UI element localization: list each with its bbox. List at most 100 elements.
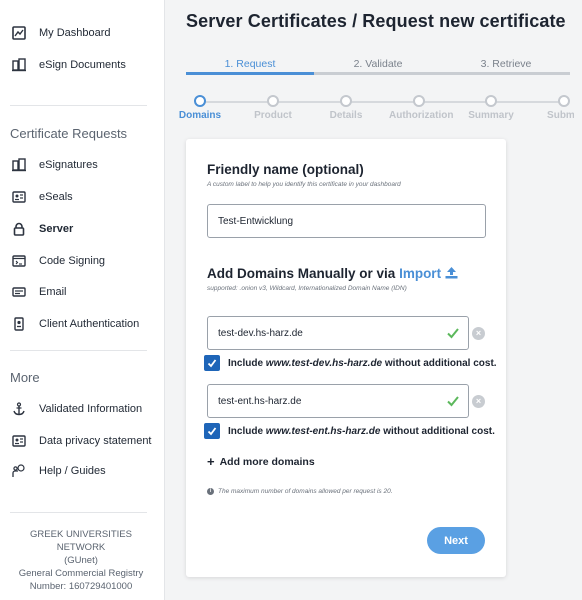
footer-line: (GUnet) [64,555,98,566]
friendly-name-hint: A custom label to help you identify this… [207,181,401,188]
remove-domain-button[interactable]: × [472,327,485,340]
tab-underline [442,72,570,75]
sidebar-item-code-signing[interactable]: Code Signing [12,250,105,272]
step-summary: Summary [461,94,521,121]
wizard-tabs: 1. Request 2. Validate 3. Retrieve [186,58,570,76]
sidebar-item-data-privacy-statement[interactable]: Data privacy statement [12,430,152,452]
domains-heading-text: Add Domains Manually or via [207,266,396,281]
dashboard-icon [12,26,26,40]
friendly-name-input[interactable]: Test-Entwicklung [207,204,486,238]
page-title: Server Certificates / Request new certif… [186,11,566,31]
step-dot [267,95,279,107]
sidebar-item-my-dashboard[interactable]: My Dashboard [12,22,111,44]
step-authorization: Authorization [389,94,454,121]
sidebar-footer: GREEK UNIVERSITIES NETWORK (GUnet) Gener… [6,528,156,593]
sidebar-section-title: More [10,370,40,385]
esign-icon [12,58,26,72]
step-label: Authorization [389,110,454,121]
sidebar-item-help-guides[interactable]: Help / Guides [12,460,106,482]
tab-underline [314,72,442,75]
sidebar-item-eseals[interactable]: eSeals [12,186,73,208]
step-product: Product [243,94,303,121]
sidebar-item-server[interactable]: Server [5,218,82,240]
step-label: Domains [178,110,222,121]
sidebar-item-label: Server [39,223,74,235]
tab-request[interactable]: 1. Request [186,58,314,70]
add-more-domains-button[interactable]: + Add more domains [207,454,315,469]
domain-value: test-dev.hs-harz.de [218,327,303,339]
sidebar-item-email[interactable]: Email [12,281,67,303]
sidebar-item-label: My Dashboard [39,27,111,39]
sidebar-item-client-authentication[interactable]: Client Authentication [12,313,139,335]
sidebar-divider [10,512,147,513]
tab-validate[interactable]: 2. Validate [314,58,442,70]
eseal-icon [12,190,26,204]
step-label: Product [254,110,292,121]
step-domains: Domains [170,94,230,121]
footer-line: Number: 160729401000 [29,581,133,592]
sidebar-item-esign-documents[interactable]: eSign Documents [12,54,126,76]
valid-check-icon [447,328,459,339]
step-dot [340,95,352,107]
sidebar: My Dashboard eSign Documents Certificate… [0,0,165,600]
domain-input[interactable]: test-ent.hs-harz.de [207,384,469,418]
code-icon [12,254,26,268]
next-button[interactable]: Next [427,527,485,554]
include-www-label: Include www.test-dev.hs-harz.de without … [228,357,497,369]
domains-hint: supported: .onion v3, Wildcard, Internat… [207,285,407,292]
sidebar-item-label: Data privacy statement [39,435,152,447]
step-dot [485,95,497,107]
max-domains-text: The maximum number of domains allowed pe… [218,488,393,495]
step-dot [413,95,425,107]
tab-underline-active [186,72,314,75]
sidebar-item-validated-information[interactable]: Validated Information [12,398,142,420]
sidebar-item-label: Code Signing [39,255,106,267]
max-domains-note: i The maximum number of domains allowed … [207,488,393,495]
sidebar-item-label: Email [39,286,67,298]
sidebar-item-label: Validated Information [39,403,143,415]
sidebar-item-label: Client Authentication [39,318,140,330]
step-label: Details [329,110,363,121]
esignature-icon [12,158,26,172]
anchor-icon [12,402,26,416]
add-more-label: Add more domains [219,456,315,468]
step-dot [558,95,570,107]
tab-retrieve[interactable]: 3. Retrieve [442,58,570,70]
sidebar-item-label: Help / Guides [39,465,106,477]
include-www-label: Include www.test-ent.hs-harz.de without … [228,425,495,437]
sidebar-divider [10,105,147,106]
valid-check-icon [447,396,459,407]
include-www-row: Include www.test-dev.hs-harz.de without … [204,355,497,371]
domains-heading: Add Domains Manually or via Import [207,266,458,281]
sidebar-divider [10,350,147,351]
sidebar-item-label: eSign Documents [39,59,126,71]
sidebar-item-label: eSeals [39,191,73,203]
include-www-row: Include www.test-ent.hs-harz.de without … [204,423,495,439]
domain-value: test-ent.hs-harz.de [218,395,302,407]
email-icon [12,285,26,299]
footer-line: General Commercial Registry [18,568,144,579]
footer-line: GREEK UNIVERSITIES NETWORK [30,529,132,553]
import-label: Import [399,266,442,281]
client-auth-icon [12,317,26,331]
include-www-checkbox[interactable] [204,355,220,371]
help-icon [12,464,26,478]
step-dot [194,95,206,107]
upload-icon [445,267,458,279]
id-card-icon [12,434,26,448]
sidebar-section-title: Certificate Requests [10,126,128,141]
sidebar-item-esignatures[interactable]: eSignatures [12,154,98,176]
sidebar-item-label: eSignatures [39,159,98,171]
include-www-checkbox[interactable] [204,423,220,439]
domain-input[interactable]: test-dev.hs-harz.de [207,316,469,350]
scrollbar[interactable] [574,68,582,600]
request-form-card: Friendly name (optional) A custom label … [186,139,506,577]
import-link[interactable]: Import [399,266,458,281]
step-details: Details [316,94,376,121]
info-icon: i [207,488,214,495]
remove-domain-button[interactable]: × [472,395,485,408]
step-progress: Domains Product Details Authorization Su… [179,94,581,124]
friendly-name-heading: Friendly name (optional) [207,162,364,177]
step-label: Summary [468,110,514,121]
plus-icon: + [207,454,215,469]
